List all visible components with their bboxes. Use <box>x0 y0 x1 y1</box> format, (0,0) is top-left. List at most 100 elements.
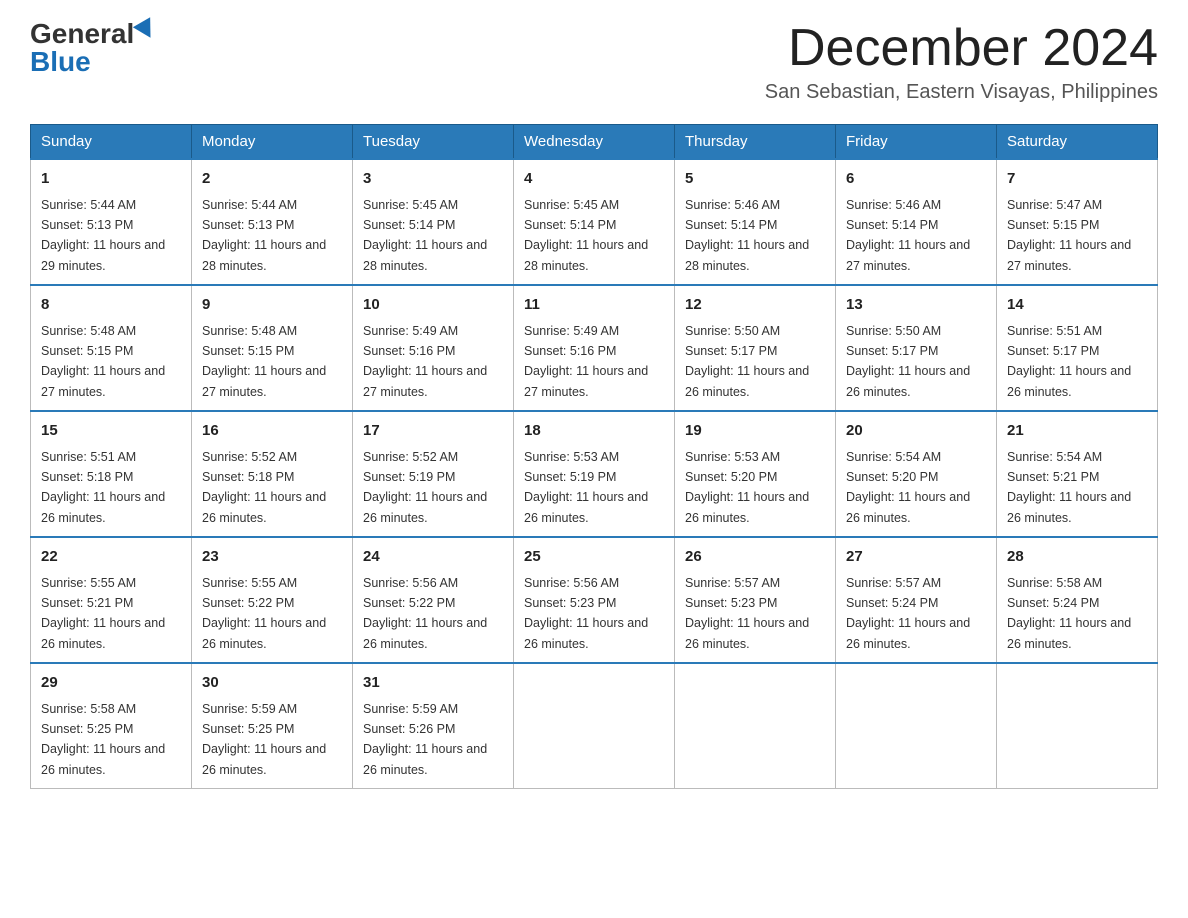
logo-blue-text: Blue <box>30 48 91 76</box>
logo-triangle-icon <box>133 17 159 43</box>
weekday-header-row: SundayMondayTuesdayWednesdayThursdayFrid… <box>31 125 1158 160</box>
month-year-title: December 2024 <box>765 20 1158 77</box>
calendar-cell: 12 Sunrise: 5:50 AMSunset: 5:17 PMDaylig… <box>675 285 836 411</box>
day-number: 15 <box>41 420 181 443</box>
day-info: Sunrise: 5:46 AMSunset: 5:14 PMDaylight:… <box>846 198 970 273</box>
day-number: 2 <box>202 168 342 191</box>
day-info: Sunrise: 5:45 AMSunset: 5:14 PMDaylight:… <box>363 198 487 273</box>
day-info: Sunrise: 5:48 AMSunset: 5:15 PMDaylight:… <box>41 324 165 399</box>
day-info: Sunrise: 5:50 AMSunset: 5:17 PMDaylight:… <box>685 324 809 399</box>
calendar-cell: 10 Sunrise: 5:49 AMSunset: 5:16 PMDaylig… <box>353 285 514 411</box>
day-number: 13 <box>846 294 986 317</box>
calendar-cell: 13 Sunrise: 5:50 AMSunset: 5:17 PMDaylig… <box>836 285 997 411</box>
day-info: Sunrise: 5:58 AMSunset: 5:24 PMDaylight:… <box>1007 576 1131 651</box>
title-section: December 2024 San Sebastian, Eastern Vis… <box>765 20 1158 104</box>
day-number: 27 <box>846 546 986 569</box>
calendar-cell: 30 Sunrise: 5:59 AMSunset: 5:25 PMDaylig… <box>192 663 353 789</box>
day-info: Sunrise: 5:49 AMSunset: 5:16 PMDaylight:… <box>524 324 648 399</box>
calendar-cell: 17 Sunrise: 5:52 AMSunset: 5:19 PMDaylig… <box>353 411 514 537</box>
day-info: Sunrise: 5:54 AMSunset: 5:20 PMDaylight:… <box>846 450 970 525</box>
day-number: 26 <box>685 546 825 569</box>
calendar-cell: 18 Sunrise: 5:53 AMSunset: 5:19 PMDaylig… <box>514 411 675 537</box>
calendar-cell <box>836 663 997 789</box>
day-number: 14 <box>1007 294 1147 317</box>
calendar-cell: 9 Sunrise: 5:48 AMSunset: 5:15 PMDayligh… <box>192 285 353 411</box>
day-number: 4 <box>524 168 664 191</box>
calendar-cell: 16 Sunrise: 5:52 AMSunset: 5:18 PMDaylig… <box>192 411 353 537</box>
day-info: Sunrise: 5:58 AMSunset: 5:25 PMDaylight:… <box>41 702 165 777</box>
calendar-cell: 7 Sunrise: 5:47 AMSunset: 5:15 PMDayligh… <box>997 159 1158 285</box>
day-info: Sunrise: 5:44 AMSunset: 5:13 PMDaylight:… <box>202 198 326 273</box>
day-info: Sunrise: 5:52 AMSunset: 5:18 PMDaylight:… <box>202 450 326 525</box>
day-number: 11 <box>524 294 664 317</box>
calendar-cell: 15 Sunrise: 5:51 AMSunset: 5:18 PMDaylig… <box>31 411 192 537</box>
day-info: Sunrise: 5:55 AMSunset: 5:21 PMDaylight:… <box>41 576 165 651</box>
day-info: Sunrise: 5:49 AMSunset: 5:16 PMDaylight:… <box>363 324 487 399</box>
location-subtitle: San Sebastian, Eastern Visayas, Philippi… <box>765 81 1158 104</box>
calendar-cell <box>514 663 675 789</box>
day-info: Sunrise: 5:47 AMSunset: 5:15 PMDaylight:… <box>1007 198 1131 273</box>
day-info: Sunrise: 5:56 AMSunset: 5:23 PMDaylight:… <box>524 576 648 651</box>
calendar-cell: 26 Sunrise: 5:57 AMSunset: 5:23 PMDaylig… <box>675 537 836 663</box>
day-number: 28 <box>1007 546 1147 569</box>
calendar-cell <box>997 663 1158 789</box>
calendar-cell: 27 Sunrise: 5:57 AMSunset: 5:24 PMDaylig… <box>836 537 997 663</box>
weekday-header-friday: Friday <box>836 125 997 160</box>
calendar-cell: 20 Sunrise: 5:54 AMSunset: 5:20 PMDaylig… <box>836 411 997 537</box>
day-number: 5 <box>685 168 825 191</box>
day-number: 3 <box>363 168 503 191</box>
day-number: 30 <box>202 672 342 695</box>
calendar-cell: 6 Sunrise: 5:46 AMSunset: 5:14 PMDayligh… <box>836 159 997 285</box>
calendar-cell: 19 Sunrise: 5:53 AMSunset: 5:20 PMDaylig… <box>675 411 836 537</box>
day-number: 21 <box>1007 420 1147 443</box>
weekday-header-thursday: Thursday <box>675 125 836 160</box>
day-number: 7 <box>1007 168 1147 191</box>
day-number: 20 <box>846 420 986 443</box>
weekday-header-saturday: Saturday <box>997 125 1158 160</box>
day-number: 25 <box>524 546 664 569</box>
day-info: Sunrise: 5:51 AMSunset: 5:17 PMDaylight:… <box>1007 324 1131 399</box>
day-info: Sunrise: 5:56 AMSunset: 5:22 PMDaylight:… <box>363 576 487 651</box>
logo-general-text: General <box>30 20 134 48</box>
day-number: 31 <box>363 672 503 695</box>
day-number: 29 <box>41 672 181 695</box>
day-info: Sunrise: 5:54 AMSunset: 5:21 PMDaylight:… <box>1007 450 1131 525</box>
calendar-cell: 14 Sunrise: 5:51 AMSunset: 5:17 PMDaylig… <box>997 285 1158 411</box>
calendar-cell: 5 Sunrise: 5:46 AMSunset: 5:14 PMDayligh… <box>675 159 836 285</box>
day-number: 8 <box>41 294 181 317</box>
day-number: 23 <box>202 546 342 569</box>
calendar-cell: 1 Sunrise: 5:44 AMSunset: 5:13 PMDayligh… <box>31 159 192 285</box>
calendar-cell: 3 Sunrise: 5:45 AMSunset: 5:14 PMDayligh… <box>353 159 514 285</box>
calendar-cell <box>675 663 836 789</box>
day-info: Sunrise: 5:53 AMSunset: 5:19 PMDaylight:… <box>524 450 648 525</box>
calendar-cell: 31 Sunrise: 5:59 AMSunset: 5:26 PMDaylig… <box>353 663 514 789</box>
day-info: Sunrise: 5:59 AMSunset: 5:26 PMDaylight:… <box>363 702 487 777</box>
day-number: 1 <box>41 168 181 191</box>
calendar-cell: 8 Sunrise: 5:48 AMSunset: 5:15 PMDayligh… <box>31 285 192 411</box>
calendar-cell: 29 Sunrise: 5:58 AMSunset: 5:25 PMDaylig… <box>31 663 192 789</box>
weekday-header-tuesday: Tuesday <box>353 125 514 160</box>
day-info: Sunrise: 5:50 AMSunset: 5:17 PMDaylight:… <box>846 324 970 399</box>
day-info: Sunrise: 5:53 AMSunset: 5:20 PMDaylight:… <box>685 450 809 525</box>
day-info: Sunrise: 5:57 AMSunset: 5:23 PMDaylight:… <box>685 576 809 651</box>
calendar-cell: 2 Sunrise: 5:44 AMSunset: 5:13 PMDayligh… <box>192 159 353 285</box>
calendar-week-row: 8 Sunrise: 5:48 AMSunset: 5:15 PMDayligh… <box>31 285 1158 411</box>
day-info: Sunrise: 5:57 AMSunset: 5:24 PMDaylight:… <box>846 576 970 651</box>
calendar-week-row: 15 Sunrise: 5:51 AMSunset: 5:18 PMDaylig… <box>31 411 1158 537</box>
day-number: 16 <box>202 420 342 443</box>
calendar-cell: 11 Sunrise: 5:49 AMSunset: 5:16 PMDaylig… <box>514 285 675 411</box>
day-number: 24 <box>363 546 503 569</box>
calendar-cell: 4 Sunrise: 5:45 AMSunset: 5:14 PMDayligh… <box>514 159 675 285</box>
day-info: Sunrise: 5:59 AMSunset: 5:25 PMDaylight:… <box>202 702 326 777</box>
day-number: 17 <box>363 420 503 443</box>
calendar-cell: 22 Sunrise: 5:55 AMSunset: 5:21 PMDaylig… <box>31 537 192 663</box>
day-number: 19 <box>685 420 825 443</box>
day-number: 10 <box>363 294 503 317</box>
day-info: Sunrise: 5:48 AMSunset: 5:15 PMDaylight:… <box>202 324 326 399</box>
day-number: 18 <box>524 420 664 443</box>
day-number: 9 <box>202 294 342 317</box>
day-info: Sunrise: 5:52 AMSunset: 5:19 PMDaylight:… <box>363 450 487 525</box>
day-info: Sunrise: 5:55 AMSunset: 5:22 PMDaylight:… <box>202 576 326 651</box>
calendar-cell: 23 Sunrise: 5:55 AMSunset: 5:22 PMDaylig… <box>192 537 353 663</box>
calendar-cell: 25 Sunrise: 5:56 AMSunset: 5:23 PMDaylig… <box>514 537 675 663</box>
